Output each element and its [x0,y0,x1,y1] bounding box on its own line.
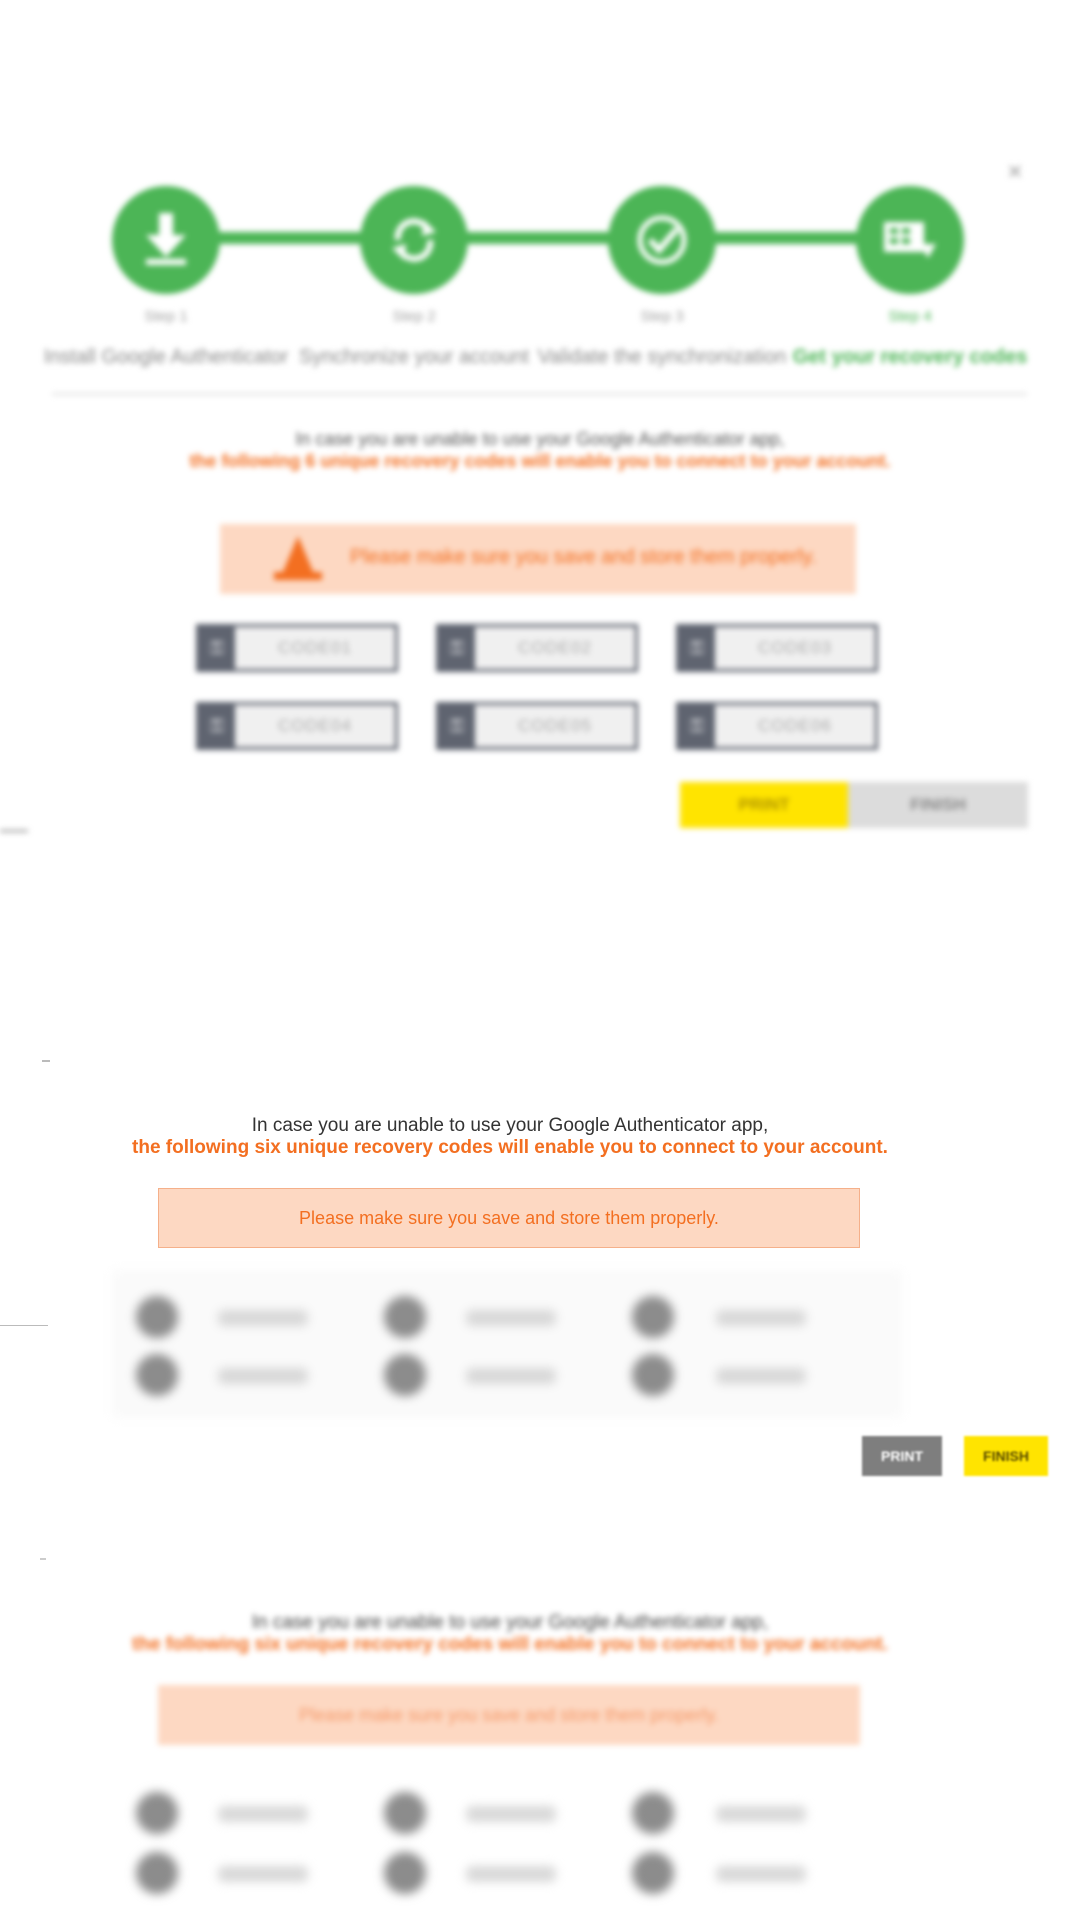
intro-line-2: the following six unique recovery codes … [132,1634,888,1655]
recovery-code-2 [466,1806,556,1822]
step-2-sync-icon [360,186,468,294]
recovery-code-5 [466,1866,556,1882]
key-icon [632,1296,674,1338]
recovery-code-4: ⚿ CODE04 [196,702,398,750]
key-icon [384,1792,426,1834]
close-icon[interactable]: × [1002,158,1028,184]
step-1-label: Install Google Authenticator [43,346,289,368]
recovery-code-5: ⚿ CODE05 [436,702,638,750]
recovery-code-4 [218,1368,308,1384]
intro-line-1: In case you are unable to use your Googl… [251,1612,769,1633]
recovery-code-2: ⚿ CODE02 [436,624,638,672]
intro-line-2: the following 6 unique recovery codes wi… [189,451,891,471]
warning-cone-base [274,572,322,580]
recovery-code-value: CODE03 [757,638,833,657]
recovery-code-value: CODE01 [277,638,353,657]
edge-mark [42,1060,50,1062]
key-icon: ⚿ [679,705,715,747]
recovery-code-1 [218,1310,308,1326]
edge-mark [0,830,28,832]
recovery-code-value: CODE06 [757,716,833,735]
recovery-codes-grid [112,1768,902,1918]
warning-cone-icon [282,536,314,574]
step-3-check-icon [608,186,716,294]
warning-banner: Please make sure you save and store them… [158,1685,860,1745]
step-4-number: Step 4 [888,308,932,325]
key-icon [384,1354,426,1396]
recovery-code-6 [716,1866,806,1882]
recovery-code-1: ⚿ CODE01 [196,624,398,672]
intro-text: In case you are unable to use your Googl… [90,1115,930,1159]
recovery-code-2 [466,1310,556,1326]
step-3-number: Step 3 [640,308,684,325]
key-icon [136,1354,178,1396]
recovery-code-value: CODE04 [277,716,353,735]
recovery-codes-grid [112,1270,902,1418]
step-1-number: Step 1 [144,308,188,325]
key-icon: ⚿ [439,705,475,747]
warning-banner: Please make sure you save and store them… [220,524,856,594]
key-icon: ⚿ [199,705,235,747]
intro-text: In case you are unable to use your Googl… [90,1612,930,1656]
key-icon [136,1296,178,1338]
key-icon [632,1792,674,1834]
intro-text: In case you are unable to use your Googl… [140,428,940,472]
step-2-number: Step 2 [392,308,436,325]
finish-button[interactable]: FINISH [964,1436,1048,1476]
recovery-code-value: CODE05 [517,716,593,735]
recovery-code-5 [466,1368,556,1384]
recovery-wizard: × Step 1 Step 2 Step 3 Step 4 Install Go… [0,0,1080,840]
key-icon: ⚿ [679,627,715,669]
print-button[interactable]: PRINT [862,1436,942,1476]
key-icon: ⚿ [199,627,235,669]
recovery-code-1 [218,1806,308,1822]
key-icon [136,1792,178,1834]
edge-mark [0,1325,48,1326]
recovery-code-3: ⚿ CODE03 [676,624,878,672]
recovery-code-6 [716,1368,806,1384]
step-3-label: Validate the synchronization [537,346,787,368]
intro-line-1: In case you are unable to use your Googl… [251,1115,769,1136]
intro-line-2: the following six unique recovery codes … [132,1137,888,1158]
key-icon [632,1354,674,1396]
finish-button[interactable]: FINISH [848,782,1028,828]
recovery-code-value: CODE02 [517,638,593,657]
step-4-label: Get your recovery codes [792,346,1028,368]
edge-mark [40,1558,46,1560]
key-icon [136,1852,178,1894]
warning-text: Please make sure you save and store them… [350,546,817,568]
recovery-code-6: ⚿ CODE06 [676,702,878,750]
divider [52,393,1027,395]
key-icon [632,1852,674,1894]
recovery-code-4 [218,1866,308,1882]
key-icon [384,1852,426,1894]
warning-banner: Please make sure you save and store them… [158,1188,860,1248]
recovery-code-3 [716,1806,806,1822]
print-button[interactable]: PRINT [680,782,848,828]
key-icon [384,1296,426,1338]
intro-line-1: In case you are unable to use your Googl… [295,429,785,449]
step-1-download-icon [112,186,220,294]
key-icon: ⚿ [439,627,475,669]
step-2-label: Synchronize your account [298,346,530,368]
stepper-line [165,232,905,244]
recovery-code-3 [716,1310,806,1326]
step-4-codes-icon [856,186,964,294]
